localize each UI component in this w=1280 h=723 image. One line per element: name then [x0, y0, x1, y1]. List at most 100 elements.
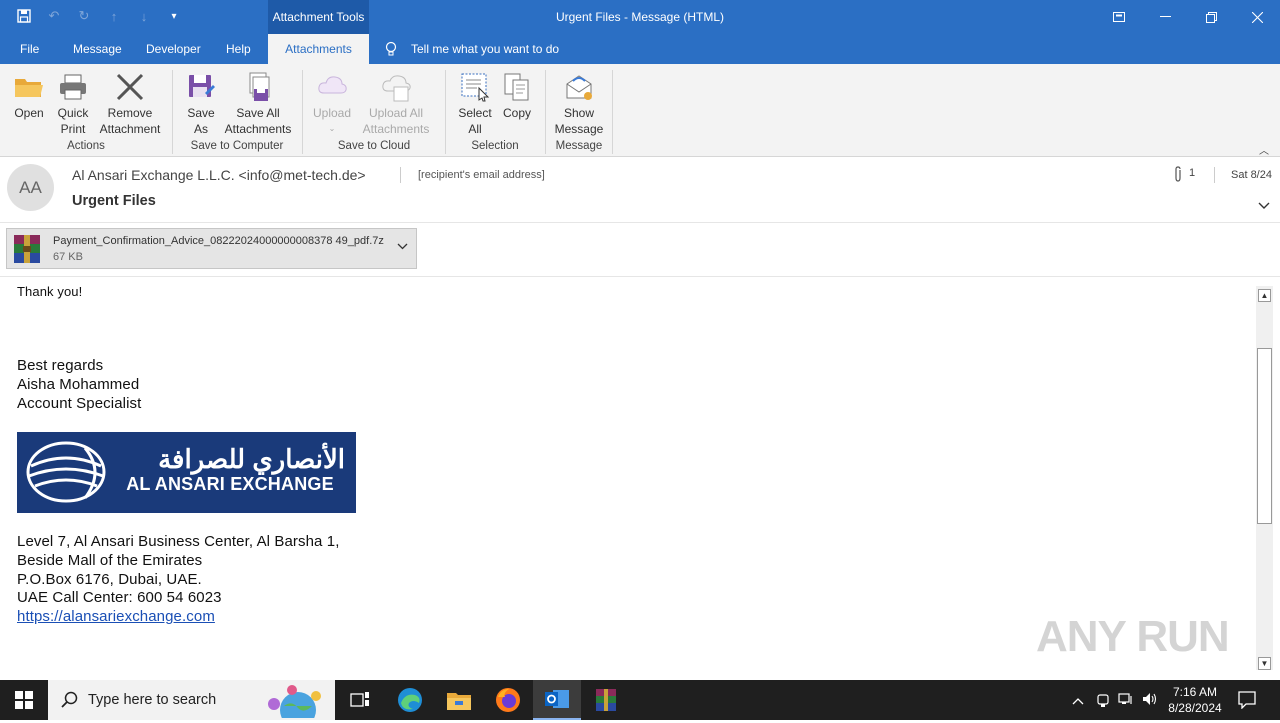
- quick-print-button[interactable]: Quick Print: [52, 68, 94, 137]
- scroll-down-icon[interactable]: ▼: [1258, 657, 1271, 670]
- attachment-name: Payment_Confirmation_Advice_082220240000…: [53, 235, 384, 247]
- close-button[interactable]: [1234, 0, 1280, 34]
- divider: [1214, 167, 1215, 183]
- collapse-ribbon-icon[interactable]: ︿: [1259, 142, 1269, 157]
- open-button[interactable]: Open: [8, 68, 50, 121]
- vertical-scrollbar[interactable]: ▲ ▼: [1256, 286, 1273, 670]
- restore-button[interactable]: [1188, 0, 1234, 34]
- watermark: ANY RUN: [1036, 612, 1230, 661]
- subject: Urgent Files: [72, 193, 156, 209]
- window-controls: [1096, 0, 1280, 34]
- remove-x-icon: [114, 71, 146, 103]
- save-icon[interactable]: [14, 6, 34, 26]
- attachment-menu-chevron-icon[interactable]: [397, 241, 408, 253]
- divider: [400, 167, 401, 183]
- previous-item-icon[interactable]: ↑: [104, 6, 124, 26]
- cloud-upload-icon: [316, 71, 348, 103]
- date: Sat 8/24: [1231, 169, 1272, 181]
- tab-file[interactable]: File: [20, 34, 39, 64]
- taskbar-search-box[interactable]: Type here to search: [48, 680, 335, 723]
- body-call-center: UAE Call Center: 600 54 6023: [17, 589, 222, 606]
- message-header: AA Al Ansari Exchange L.L.C. <info@met-t…: [0, 157, 1280, 223]
- lightbulb-icon: [384, 41, 398, 62]
- ribbon-separator: [612, 70, 613, 154]
- tab-help[interactable]: Help: [226, 34, 251, 64]
- body-address-line-1: Level 7, Al Ansari Business Center, Al B…: [17, 533, 340, 550]
- attachment-count: 1: [1189, 167, 1196, 179]
- notifications-icon[interactable]: [1238, 691, 1256, 714]
- outlook-taskbar-icon[interactable]: [533, 680, 581, 720]
- taskbar-clock[interactable]: 7:16 AM 8/28/2024: [1160, 684, 1230, 716]
- recipient[interactable]: [recipient's email address]: [418, 169, 545, 181]
- body-address-line-3: P.O.Box 6176, Dubai, UAE.: [17, 571, 202, 588]
- volume-icon[interactable]: [1142, 692, 1158, 711]
- edge-icon[interactable]: [388, 684, 432, 716]
- save-all-attachments-button[interactable]: Save All Attachments: [222, 68, 294, 137]
- body-thanks: Thank you!: [17, 284, 83, 299]
- remove-attachment-button[interactable]: Remove Attachment: [96, 68, 164, 137]
- show-message-button[interactable]: Show Message: [552, 68, 606, 137]
- group-label-save-computer: Save to Computer: [190, 140, 284, 152]
- body-signature-name: Aisha Mohammed: [17, 376, 140, 393]
- group-label-save-cloud: Save to Cloud: [337, 140, 411, 152]
- redo-icon[interactable]: ↻: [74, 6, 94, 26]
- search-highlight-globe-icon: [262, 684, 330, 723]
- next-item-icon[interactable]: ↓: [134, 6, 154, 26]
- tab-message[interactable]: Message: [73, 34, 122, 64]
- ribbon-separator: [172, 70, 173, 154]
- paperclip-icon: [1173, 166, 1183, 187]
- cloud-upload-all-icon: [380, 71, 412, 103]
- windows-start-icon[interactable]: [0, 680, 48, 720]
- winrar-taskbar-icon[interactable]: [584, 684, 628, 716]
- file-explorer-icon[interactable]: [437, 684, 481, 716]
- tab-attachments[interactable]: Attachments: [268, 34, 369, 64]
- save-as-icon: [185, 71, 217, 103]
- group-label-message: Message: [555, 140, 603, 152]
- taskbar: Type here to search 7:16 AM 8/28/2024: [0, 680, 1280, 723]
- copy-button[interactable]: Copy: [499, 68, 535, 121]
- quick-access-toolbar: ↶ ↻ ↑ ↓ ▾: [14, 6, 184, 26]
- tab-developer[interactable]: Developer: [146, 34, 201, 64]
- attachment-bar: Payment_Confirmation_Advice_082220240000…: [0, 223, 1280, 277]
- ribbon-display-options-icon[interactable]: [1096, 0, 1142, 34]
- save-all-icon: [242, 71, 274, 103]
- save-as-button[interactable]: Save As: [180, 68, 222, 137]
- search-placeholder: Type here to search: [88, 692, 217, 708]
- customize-qat-icon[interactable]: ▾: [164, 6, 184, 26]
- undo-icon[interactable]: ↶: [44, 6, 64, 26]
- clock-date: 8/28/2024: [1168, 701, 1222, 715]
- select-all-button[interactable]: Select All: [453, 68, 497, 137]
- window-title: Urgent Files - Message (HTML): [555, 10, 725, 24]
- globe-icon: [26, 441, 106, 503]
- scroll-thumb[interactable]: [1257, 348, 1272, 524]
- body-address-line-2: Beside Mall of the Emirates: [17, 552, 203, 569]
- upload-button[interactable]: Upload ⌄: [310, 68, 354, 137]
- attachment-item[interactable]: Payment_Confirmation_Advice_082220240000…: [6, 228, 417, 269]
- title-bar: ↶ ↻ ↑ ↓ ▾ Attachment Tools Urgent Files …: [0, 0, 1280, 34]
- minimize-button[interactable]: [1142, 0, 1188, 34]
- ribbon: Open Quick Print Remove Attachment Actio…: [0, 64, 1280, 157]
- sender[interactable]: Al Ansari Exchange L.L.C. <info@met-tech…: [72, 167, 366, 183]
- scroll-up-icon[interactable]: ▲: [1258, 289, 1271, 302]
- body-website-link[interactable]: https://alansariexchange.com: [17, 608, 215, 625]
- chevron-down-icon[interactable]: [1258, 199, 1270, 213]
- company-logo: الأنصاري للصرافة AL ANSARI EXCHANGE: [17, 432, 356, 513]
- select-all-icon: [459, 71, 491, 103]
- attachment-size: 67 KB: [53, 251, 83, 263]
- meet-now-icon[interactable]: [1096, 692, 1110, 713]
- copy-icon: [501, 71, 533, 103]
- group-label-actions: Actions: [67, 140, 105, 152]
- task-view-icon[interactable]: [338, 684, 382, 716]
- upload-all-attachments-button[interactable]: Upload All Attachments: [354, 68, 438, 137]
- network-icon[interactable]: [1118, 692, 1134, 711]
- logo-english-text: AL ANSARI EXCHANGE: [126, 474, 334, 494]
- attachment-tools-label: Attachment Tools: [268, 0, 369, 34]
- winrar-archive-icon: [11, 233, 43, 270]
- folder-icon: [13, 71, 45, 103]
- tell-me-search[interactable]: Tell me what you want to do: [411, 34, 559, 64]
- clock-time: 7:16 AM: [1172, 685, 1218, 699]
- firefox-icon[interactable]: [486, 684, 530, 716]
- group-label-selection: Selection: [471, 140, 519, 152]
- show-hidden-icons-icon[interactable]: [1072, 692, 1084, 710]
- dropdown-caret-icon: ⌄: [328, 124, 336, 133]
